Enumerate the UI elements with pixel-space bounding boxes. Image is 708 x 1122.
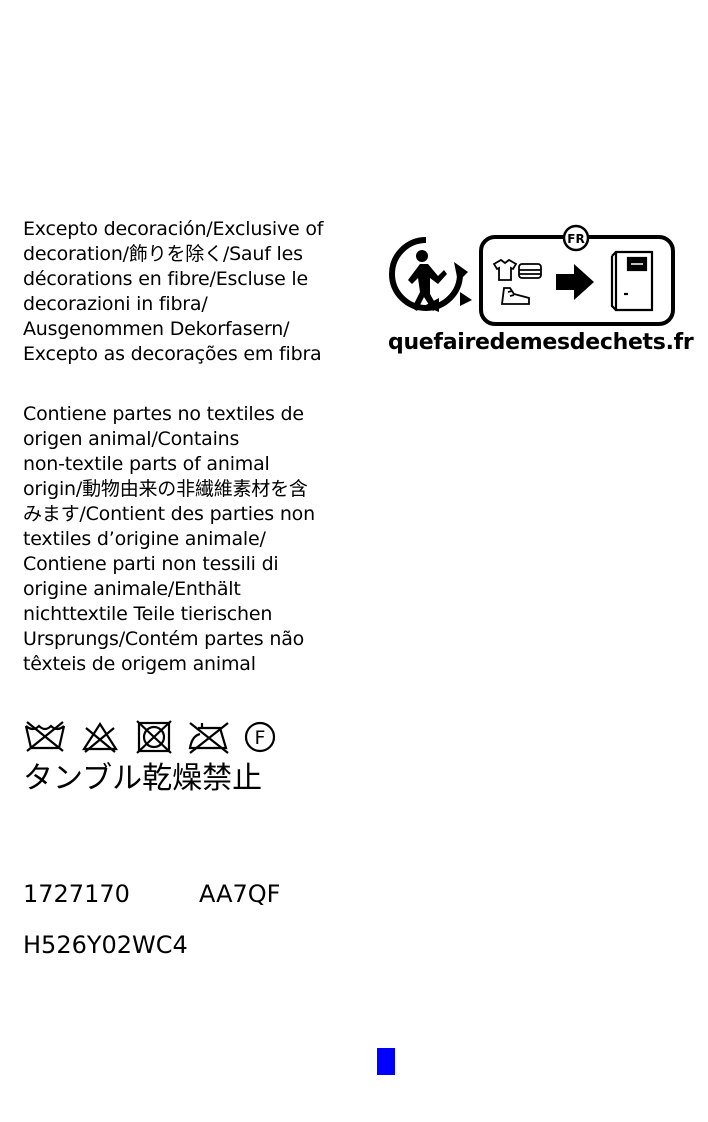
care-symbols-strip: F <box>24 720 276 754</box>
exclusion-line: Ausgenommen Dekorfasern/ <box>23 318 290 340</box>
recycling-info-url: quefairedemesdechets.fr <box>388 330 694 355</box>
collection-container-icon <box>610 250 654 312</box>
animal-parts-line: Contiene parti non tessili di <box>23 553 279 575</box>
animal-parts-line: origine animale/Enthält <box>23 578 241 600</box>
exclusion-line: décorations en fibre/Escluse le <box>23 268 308 290</box>
exclusion-line: Excepto decoración/Exclusive of <box>23 218 324 240</box>
animal-parts-line: Ursprungs/Contém partes não <box>23 628 305 650</box>
sku-code: H526Y02WC4 <box>23 931 188 959</box>
blue-marker <box>377 1048 395 1075</box>
shoe-icon <box>500 287 530 305</box>
tumble-dry-prohibited-text: タンブル乾燥禁止 <box>23 761 263 796</box>
do-not-bleach-icon <box>81 721 119 753</box>
animal-parts-line: textiles d’origine animale/ <box>23 528 266 550</box>
tshirt-icon <box>492 258 518 281</box>
professional-dry-clean-f-icon: F <box>244 721 276 753</box>
triman-country-badge: FR <box>567 232 584 246</box>
animal-parts-notice: Contiene partes no textiles de origen an… <box>23 402 343 677</box>
triman-recycling-figure-icon <box>389 237 472 312</box>
animal-parts-line: みます/Contient des parties non <box>23 503 315 525</box>
animal-parts-line: Contiene partes no textiles de <box>23 403 304 425</box>
folded-linen-icon <box>518 263 542 279</box>
do-not-tumble-dry-icon <box>136 720 172 754</box>
dry-clean-letter: F <box>255 727 266 749</box>
animal-parts-line: têxteis de origem animal <box>23 653 256 675</box>
animal-parts-line: origen animal/Contains <box>23 428 240 450</box>
exclusion-notice: Excepto decoración/Exclusive of decorati… <box>23 217 343 367</box>
animal-parts-line: nichttextile Teile tierischen <box>23 603 273 625</box>
style-number: 1727170 <box>23 880 130 908</box>
lot-code: AA7QF <box>199 880 281 908</box>
do-not-wash-icon <box>24 721 66 752</box>
triman-logo: FR <box>389 224 675 326</box>
animal-parts-line: non-textile parts of animal <box>23 453 270 475</box>
arrow-right-icon <box>556 264 594 300</box>
exclusion-line: decorazioni in fibra/ <box>23 293 208 315</box>
care-symbols: F <box>23 718 278 758</box>
exclusion-line: Excepto as decorações em fibra <box>23 343 322 365</box>
animal-parts-line: origin/動物由来の非繊維素材を含 <box>23 478 308 500</box>
exclusion-line: decoration/飾りを除く/Sauf les <box>23 243 303 265</box>
do-not-iron-icon <box>188 722 229 754</box>
